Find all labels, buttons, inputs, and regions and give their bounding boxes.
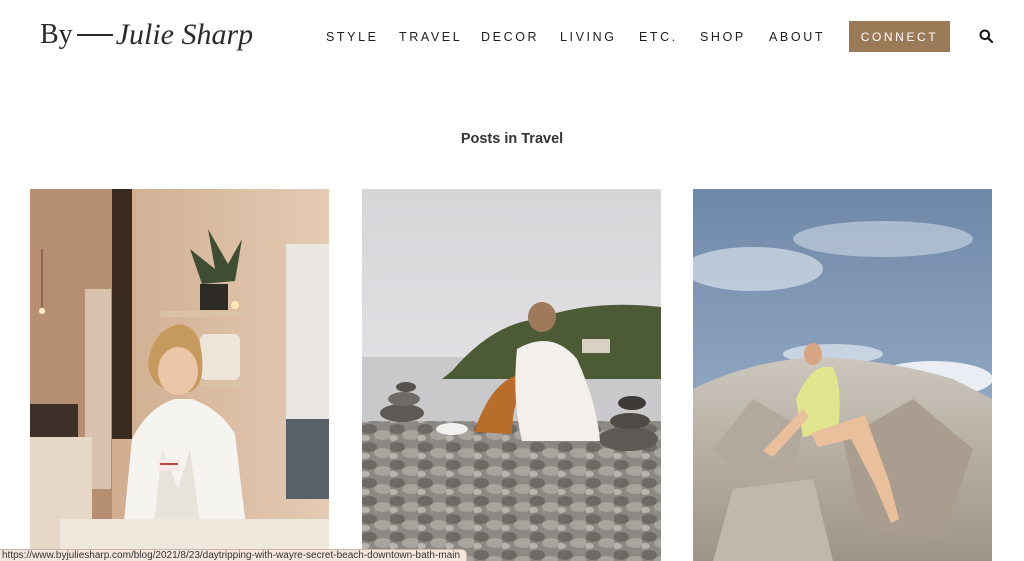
nav-item-about[interactable]: ABOUT [769,30,825,44]
status-bar-url: https://www.byjuliesharp.com/blog/2021/8… [0,549,468,561]
nav-item-travel[interactable]: TRAVEL [399,30,462,44]
post-image [693,189,992,561]
nav-item-etc[interactable]: ETC. [639,30,678,44]
nav-item-living[interactable]: LIVING [560,30,617,44]
post-image [30,189,329,561]
nav-item-shop[interactable]: SHOP [700,30,746,44]
logo-dash [76,34,113,36]
post-card-spa[interactable] [30,189,329,561]
logo-name: Julie Sharp [115,18,254,51]
post-image [362,189,661,561]
logo-prefix: By [40,19,73,50]
search-icon[interactable] [979,29,993,43]
connect-button[interactable]: CONNECT [849,21,950,52]
nav-item-style[interactable]: STYLE [326,30,379,44]
section-title: Posts in Travel [460,131,564,147]
post-card-rocks[interactable] [693,189,992,561]
site-logo[interactable]: By Julie Sharp [40,18,253,52]
post-card-beach[interactable] [362,189,661,561]
nav-item-decor[interactable]: DECOR [481,30,539,44]
site-header: By Julie Sharp STYLE TRAVEL DECOR LIVING… [0,0,1024,75]
